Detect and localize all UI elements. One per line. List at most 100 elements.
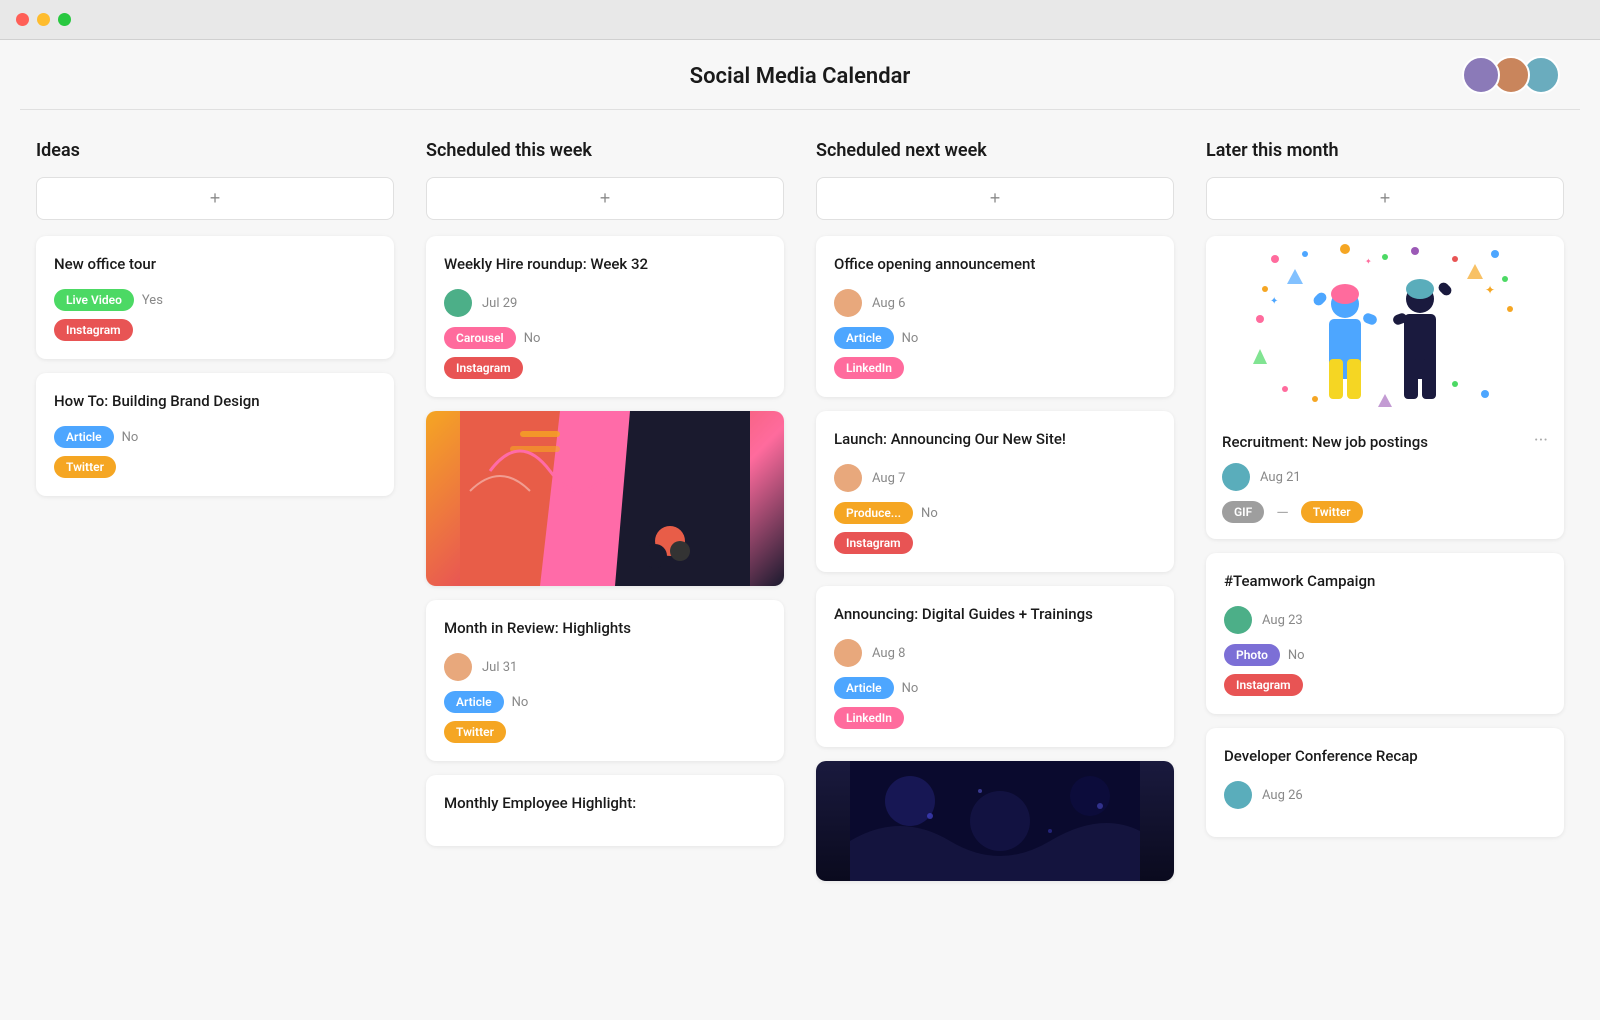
card-meta: Aug 21: [1222, 463, 1548, 491]
tag-twitter[interactable]: Twitter: [1301, 501, 1363, 523]
card-avatar: [444, 289, 472, 317]
tag-live-video[interactable]: Live Video: [54, 289, 134, 311]
card-avatar: [444, 653, 472, 681]
card-tags: Article No: [54, 426, 376, 448]
column-scheduled-next-week: Scheduled next week + Office opening ann…: [800, 140, 1190, 895]
card-avatar: [834, 464, 862, 492]
card-meta: Jul 31: [444, 653, 766, 681]
card-title: Launch: Announcing Our New Site!: [834, 429, 1156, 450]
card-meta: Jul 29: [444, 289, 766, 317]
card-date: Jul 29: [482, 296, 517, 311]
value-no: No: [512, 695, 529, 710]
card-title: Monthly Employee Highlight:: [444, 793, 766, 814]
card-digital-guides: Announcing: Digital Guides + Trainings A…: [816, 586, 1174, 747]
avatar-group: [1470, 56, 1560, 94]
tag-twitter[interactable]: Twitter: [444, 721, 506, 743]
column-header-scheduled-this-week: Scheduled this week: [426, 140, 784, 161]
card-meta: Aug 26: [1224, 781, 1546, 809]
column-header-next-week: Scheduled next week: [816, 140, 1174, 161]
card-tags: Article No: [834, 677, 1156, 699]
card-tags: Live Video Yes: [54, 289, 376, 311]
card-title: Office opening announcement: [834, 254, 1156, 275]
svg-text:✦: ✦: [1270, 296, 1278, 307]
value-no: No: [921, 506, 938, 521]
value-no: No: [1288, 648, 1305, 663]
card-tags-2: Instagram: [1224, 674, 1546, 696]
card-tags-2: Twitter: [54, 456, 376, 478]
column-header-ideas: Ideas: [36, 140, 394, 161]
add-card-button-next-week[interactable]: +: [816, 177, 1174, 220]
tag-linkedin[interactable]: LinkedIn: [834, 707, 904, 729]
tag-article[interactable]: Article: [834, 327, 894, 349]
celebration-image: ✦ ✦ ✦: [1206, 236, 1564, 416]
card-date: Aug 6: [872, 296, 905, 311]
tag-article[interactable]: Article: [834, 677, 894, 699]
more-options-button[interactable]: ···: [1534, 432, 1548, 450]
column-ideas: Ideas + New office tour Live Video Yes I…: [20, 140, 410, 895]
tag-instagram[interactable]: Instagram: [54, 319, 133, 341]
card-partial-bottom: [816, 761, 1174, 881]
card-tags: Carousel No: [444, 327, 766, 349]
card-tags: Article No: [834, 327, 1156, 349]
value-no: No: [524, 331, 541, 346]
value-no: No: [902, 681, 919, 696]
card-title: How To: Building Brand Design: [54, 391, 376, 412]
card-artwork-image: [426, 411, 784, 586]
card-tags-2: Instagram: [54, 319, 376, 341]
avatar[interactable]: [1462, 56, 1500, 94]
card-date: Aug 26: [1262, 788, 1303, 803]
header: Social Media Calendar: [0, 40, 1600, 109]
tag-carousel[interactable]: Carousel: [444, 327, 516, 349]
tag-article[interactable]: Article: [54, 426, 114, 448]
tag-instagram[interactable]: Instagram: [444, 357, 523, 379]
tag-separator: —: [1276, 503, 1289, 522]
card-dev-conference: Developer Conference Recap Aug 26: [1206, 728, 1564, 837]
add-card-button-later[interactable]: +: [1206, 177, 1564, 220]
column-later-this-month: Later this month +: [1190, 140, 1580, 895]
window-bar: [0, 0, 1600, 40]
card-title-row: Recruitment: New job postings ···: [1222, 432, 1548, 463]
svg-text:✦: ✦: [1365, 257, 1372, 266]
card-launch-new-site: Launch: Announcing Our New Site! Aug 7 P…: [816, 411, 1174, 572]
minimize-button[interactable]: [37, 13, 50, 26]
card-avatar: [1224, 606, 1252, 634]
card-date: Jul 31: [482, 660, 517, 675]
tag-article[interactable]: Article: [444, 691, 504, 713]
tag-gif[interactable]: GIF: [1222, 501, 1264, 523]
app-container: Social Media Calendar Ideas + New office…: [0, 40, 1600, 1020]
card-tags-2: Instagram: [444, 357, 766, 379]
tag-produce[interactable]: Produce...: [834, 502, 913, 524]
value-no: No: [122, 430, 139, 445]
value-yes: Yes: [142, 293, 163, 308]
card-new-office-tour: New office tour Live Video Yes Instagram: [36, 236, 394, 359]
card-tags: Produce... No: [834, 502, 1156, 524]
card-avatar: [834, 289, 862, 317]
add-card-button-this-week[interactable]: +: [426, 177, 784, 220]
tag-instagram[interactable]: Instagram: [834, 532, 913, 554]
card-dark-image: [816, 761, 1174, 881]
add-card-button-ideas[interactable]: +: [36, 177, 394, 220]
card-title: Weekly Hire roundup: Week 32: [444, 254, 766, 275]
card-tags-2: LinkedIn: [834, 707, 1156, 729]
card-date: Aug 8: [872, 646, 905, 661]
column-header-later: Later this month: [1206, 140, 1564, 161]
column-scheduled-this-week: Scheduled this week + Weekly Hire roundu…: [410, 140, 800, 895]
card-tags-2: Instagram: [834, 532, 1156, 554]
tag-linkedin[interactable]: LinkedIn: [834, 357, 904, 379]
tag-twitter[interactable]: Twitter: [54, 456, 116, 478]
value-no: No: [902, 331, 919, 346]
card-avatar: [834, 639, 862, 667]
card-content: Recruitment: New job postings ··· Aug 21…: [1206, 416, 1564, 539]
svg-text:✦: ✦: [1485, 283, 1495, 297]
maximize-button[interactable]: [58, 13, 71, 26]
board: Ideas + New office tour Live Video Yes I…: [0, 110, 1600, 915]
card-meta: Aug 23: [1224, 606, 1546, 634]
card-date: Aug 23: [1262, 613, 1303, 628]
card-tags: Article No: [444, 691, 766, 713]
tag-instagram[interactable]: Instagram: [1224, 674, 1303, 696]
close-button[interactable]: [16, 13, 29, 26]
card-title: Developer Conference Recap: [1224, 746, 1546, 767]
card-title: New office tour: [54, 254, 376, 275]
tag-photo[interactable]: Photo: [1224, 644, 1280, 666]
card-title: Announcing: Digital Guides + Trainings: [834, 604, 1156, 625]
